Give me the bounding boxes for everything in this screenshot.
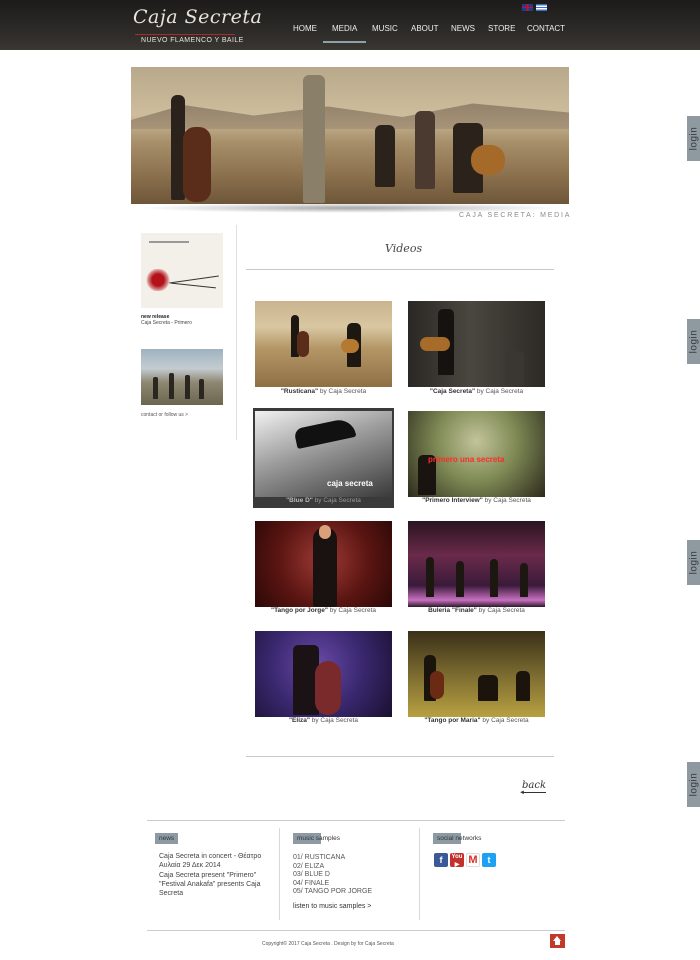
home-icon[interactable] bbox=[550, 934, 565, 948]
footer-social-heading: social networks bbox=[433, 833, 486, 844]
footer-divider bbox=[279, 828, 280, 920]
sample-item[interactable]: 02/ ELIZA bbox=[293, 863, 324, 870]
listen-samples-link[interactable]: listen to music samples > bbox=[293, 903, 371, 910]
video-caption-buleria-finale: Buleria "Finale" by Caja Secreta bbox=[428, 607, 525, 614]
video-thumbnail-rusticana[interactable] bbox=[255, 301, 392, 387]
login-tab[interactable]: login bbox=[687, 540, 700, 585]
nav-music[interactable]: MUSIC bbox=[372, 24, 398, 33]
gr-flag-icon[interactable] bbox=[536, 4, 547, 11]
videos-title: Videos bbox=[385, 242, 423, 255]
sample-item[interactable]: 01/ RUSTICANA bbox=[293, 854, 345, 861]
sample-item[interactable]: 05/ TANGO POR JORGE bbox=[293, 888, 372, 895]
video-caption-blue-d: "Blue D" by Caja Secreta bbox=[286, 497, 361, 504]
footer-samples-heading: music samples bbox=[293, 833, 344, 844]
nav-about[interactable]: ABOUT bbox=[411, 24, 439, 33]
video-overlay-caja-secreta: caja secreta bbox=[327, 479, 373, 488]
video-thumbnail-buleria-finale[interactable] bbox=[408, 521, 545, 607]
sample-item[interactable]: 04/ FINALE bbox=[293, 880, 329, 887]
video-caption-primero-interview: "Primero Interview" by Caja Secreta bbox=[422, 497, 531, 504]
video-thumbnail-primero-interview[interactable]: primero una secreta bbox=[408, 411, 545, 497]
news-item[interactable]: Caja Secreta present "Primero" bbox=[159, 871, 256, 880]
video-caption-caja-secreta: "Caja Secreta" by Caja Secreta bbox=[429, 388, 524, 395]
nav-store[interactable]: STORE bbox=[488, 24, 515, 33]
nav-media[interactable]: MEDIA bbox=[322, 24, 367, 43]
footer-bottom-divider bbox=[147, 930, 565, 931]
video-caption-tango-por-jorge: "Tango por Jorge" by Caja Secreta bbox=[270, 607, 377, 614]
main-nav: HOME MEDIA MUSIC ABOUT NEWS STORE CONTAC… bbox=[0, 24, 700, 44]
en-flag-icon[interactable] bbox=[522, 4, 533, 11]
new-release-title: Caja Secreta - Primero bbox=[141, 320, 192, 326]
video-thumbnail-tango-por-maria[interactable] bbox=[408, 631, 545, 717]
news-item[interactable]: "Festival Anakafa" presents Caja Secreta bbox=[159, 880, 269, 898]
hero-banner-image bbox=[131, 67, 569, 204]
twitter-icon[interactable]: t bbox=[482, 853, 496, 867]
video-caption-eliza: "Eliza" by Caja Secreta bbox=[288, 717, 359, 724]
login-tab[interactable]: login bbox=[687, 116, 700, 161]
footer-top-divider bbox=[147, 820, 565, 821]
album-cover[interactable] bbox=[141, 233, 223, 308]
video-thumbnail-eliza[interactable] bbox=[255, 631, 392, 717]
language-switcher bbox=[522, 4, 547, 11]
hero-caption: CAJA SECRETA: MEDIA bbox=[459, 212, 572, 219]
copyright-text: Copyright© 2017 Caja Secreta . Design by… bbox=[262, 941, 394, 947]
video-thumbnail-caja-secreta[interactable] bbox=[408, 301, 545, 387]
news-item[interactable]: Caja Secreta in concert - Θέατρο Αυλαία … bbox=[159, 852, 279, 870]
video-caption-rusticana: "Rusticana" by Caja Secreta bbox=[280, 388, 367, 395]
sidebar-divider bbox=[236, 225, 237, 440]
nav-home[interactable]: HOME bbox=[293, 24, 317, 33]
login-tab[interactable]: login bbox=[687, 319, 700, 364]
footer-news-heading: news bbox=[155, 833, 179, 844]
login-tab[interactable]: login bbox=[687, 762, 700, 807]
gmail-icon[interactable]: M bbox=[466, 853, 480, 867]
video-caption-tango-por-maria: "Tango por Maria" by Caja Secreta bbox=[424, 717, 529, 724]
facebook-icon[interactable]: f bbox=[434, 853, 448, 867]
nav-news[interactable]: NEWS bbox=[451, 24, 475, 33]
videos-bottom-divider bbox=[246, 756, 554, 757]
site-header: Caja Secreta NUEVO FLAMENCO Y BAILE HOME… bbox=[0, 0, 700, 50]
band-photo[interactable] bbox=[141, 349, 223, 405]
youtube-icon[interactable]: You ▶ bbox=[450, 853, 464, 868]
video-thumbnail-blue-d[interactable]: caja secreta bbox=[255, 411, 392, 497]
video-thumbnail-tango-por-jorge[interactable] bbox=[255, 521, 392, 607]
footer-divider bbox=[419, 828, 420, 920]
video-overlay-primero: primero una secreta bbox=[428, 455, 505, 464]
back-link[interactable]: back bbox=[522, 780, 547, 793]
contact-follow-link[interactable]: contact or follow us > bbox=[141, 412, 188, 418]
videos-top-divider bbox=[246, 269, 554, 270]
nav-contact[interactable]: CONTACT bbox=[527, 24, 565, 33]
sample-item[interactable]: 03/ BLUE D bbox=[293, 871, 330, 878]
